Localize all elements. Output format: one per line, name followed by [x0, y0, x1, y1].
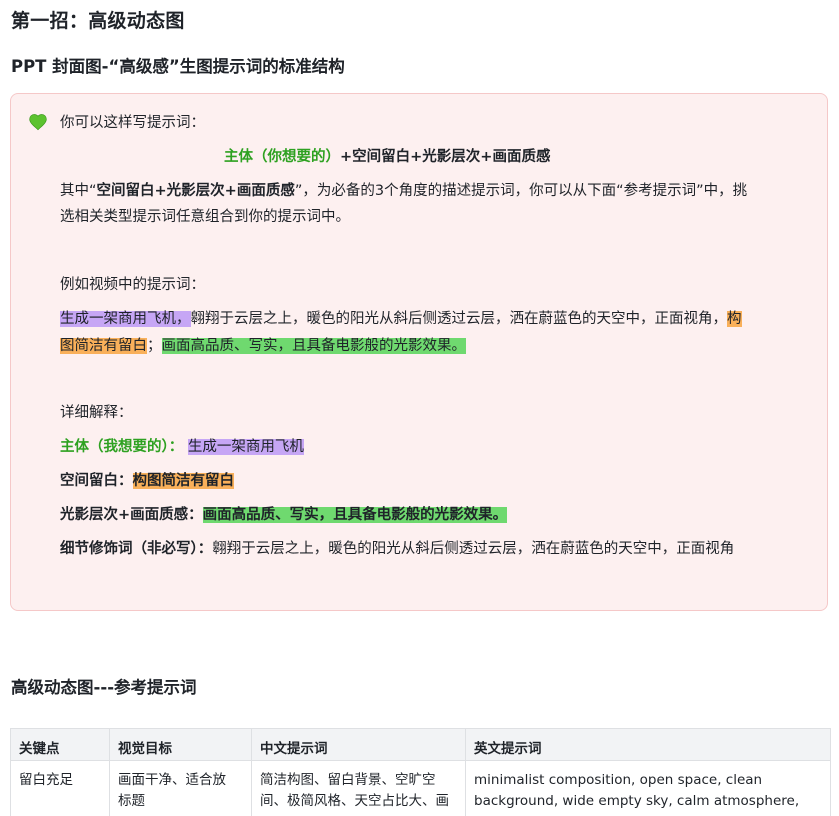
cell-line: 间、极简风格、天空占比大、画 — [260, 793, 449, 809]
cell-line: 画面干净、适合放 — [118, 772, 226, 788]
heading-level3: 高级动态图---参考提示词 — [11, 678, 197, 697]
table-row: 留白充足 画面干净、适合放 标题 简洁构图、留白背景、空旷空 间、极简风格、天空… — [10, 760, 831, 816]
table-cell-cn-prompt: 简洁构图、留白背景、空旷空 间、极简风格、天空占比大、画 — [251, 760, 466, 816]
column-header: 英文提示词 — [465, 728, 831, 761]
detail-space-row: 空间留白：构图简洁有留白 — [60, 470, 234, 492]
detail-subject-value: 生成一架商用飞机 — [187, 439, 304, 455]
column-header: 中文提示词 — [251, 728, 466, 761]
table-cell-en-prompt: minimalist composition, open space, clea… — [465, 760, 831, 816]
example-detail: 翱翔于云层之上，暖色的阳光从斜后侧透过云层，洒在蔚蓝色的天空中，正面视角， — [190, 311, 728, 327]
detail-modifier-key: 细节修饰词（非必写）： — [60, 541, 213, 557]
explain-text: 其中“ — [60, 183, 97, 199]
explain-line-2: 选相关类型提示词任意组合到你的提示词中。 — [60, 209, 350, 225]
column-header: 视觉目标 — [109, 728, 252, 761]
document-page: 第一招：高级动态图 PPT 封面图-“高级感”生图提示词的标准结构 你可以这样写… — [0, 0, 839, 816]
formula-subject: 主体（你想要的） — [224, 149, 340, 165]
example-space-start: 构 — [727, 311, 742, 327]
detail-label: 详细解释： — [60, 405, 133, 421]
heading-level2: PPT 封面图-“高级感”生图提示词的标准结构 — [11, 57, 345, 76]
tip-callout: 你可以这样写提示词： 主体（你想要的）+空间留白+光影层次+画面质感 其中“空间… — [10, 93, 828, 611]
table-header-row: 关键点 视觉目标 中文提示词 英文提示词 — [10, 728, 831, 761]
example-label: 例如视频中的提示词： — [60, 277, 205, 293]
detail-subject-key: 主体（我想要的）： — [60, 439, 184, 455]
example-separator: ； — [147, 338, 162, 354]
column-header: 关键点 — [10, 728, 110, 761]
example-line-1: 生成一架商用飞机，翱翔于云层之上，暖色的阳光从斜后侧透过云层，洒在蔚蓝色的天空中… — [60, 308, 742, 330]
heading-level1: 第一招：高级动态图 — [11, 10, 185, 32]
formula-rest: +空间留白+光影层次+画面质感 — [340, 149, 551, 165]
explain-text: ”，为必备的3个角度的描述提示词，你可以从下面“参考提示词”中，挑 — [294, 183, 748, 199]
example-subject: 生成一架商用飞机， — [60, 311, 191, 327]
cell-line: 简洁构图、留白背景、空旷空 — [260, 772, 436, 788]
detail-light-value: 画面高品质、写实，且具备电影般的光影效果。 — [202, 507, 508, 523]
detail-light-row: 光影层次+画面质感：画面高品质、写实，且具备电影般的光影效果。 — [60, 504, 508, 526]
explain-line-1: 其中“空间留白+光影层次+画面质感”，为必备的3个角度的描述提示词，你可以从下面… — [60, 180, 747, 202]
cell-line: minimalist composition, open space, clea… — [474, 772, 763, 788]
detail-modifier-value: 翱翔于云层之上，暖色的阳光从斜后侧透过云层，洒在蔚蓝色的天空中，正面视角 — [212, 541, 735, 557]
table-cell-goal: 画面干净、适合放 标题 — [109, 760, 252, 816]
example-quality: 画面高品质、写实，且具备电影般的光影效果。 — [161, 338, 466, 354]
detail-subject-row: 主体（我想要的）： 生成一架商用飞机 — [60, 436, 304, 458]
detail-modifier-row: 细节修饰词（非必写）：翱翔于云层之上，暖色的阳光从斜后侧透过云层，洒在蔚蓝色的天… — [60, 538, 734, 560]
formula-line: 主体（你想要的）+空间留白+光影层次+画面质感 — [224, 146, 550, 168]
example-line-2: 图简洁有留白；画面高品质、写实，且具备电影般的光影效果。 — [60, 335, 466, 357]
example-space: 图简洁有留白 — [60, 338, 147, 354]
explain-bold: 空间留白+光影层次+画面质感 — [96, 183, 295, 199]
callout-intro: 你可以这样写提示词： — [60, 115, 205, 131]
reference-prompt-table: 关键点 视觉目标 中文提示词 英文提示词 留白充足 画面干净、适合放 标题 简洁… — [10, 728, 831, 816]
cell-line: background, wide empty sky, calm atmosph… — [474, 793, 800, 809]
detail-space-value: 构图简洁有留白 — [132, 473, 234, 489]
detail-light-key: 光影层次+画面质感： — [60, 507, 203, 523]
cell-line: 标题 — [118, 793, 145, 809]
table-cell-key: 留白充足 — [10, 760, 110, 816]
green-heart-icon — [29, 114, 47, 131]
detail-space-key: 空间留白： — [60, 473, 133, 489]
